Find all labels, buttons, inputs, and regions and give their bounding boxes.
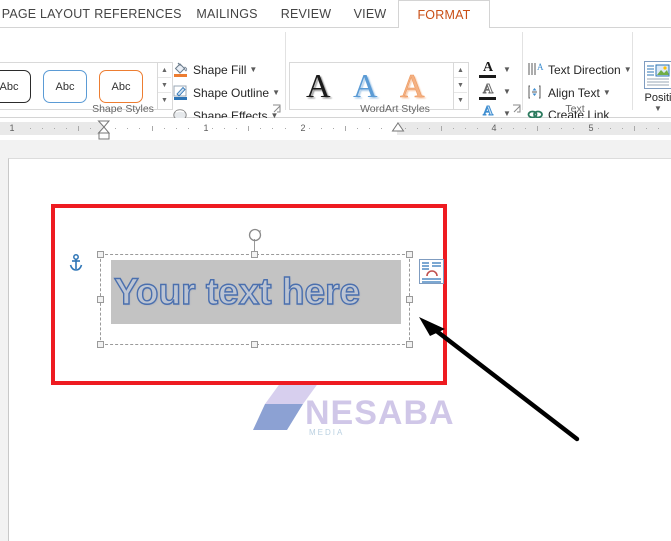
- position-button[interactable]: Positi ▼: [636, 59, 671, 121]
- tab-format-label: FORMAT: [417, 8, 471, 22]
- watermark-subtext: MEDIA: [309, 428, 345, 437]
- handle-top-center[interactable]: [251, 251, 258, 258]
- position-label: Positi: [644, 92, 671, 104]
- shape-outline-label: Shape Outline: [193, 86, 270, 100]
- hourglass-indent-marker[interactable]: [96, 119, 112, 141]
- wordart-style-thumbnail-3[interactable]: A: [400, 67, 425, 107]
- shape-styles-group-label: Shape Styles: [92, 103, 154, 115]
- tab-format[interactable]: FORMAT: [398, 0, 490, 28]
- ruler-number-1: 1: [9, 123, 15, 133]
- chevron-down-icon[interactable]: ▼: [503, 109, 511, 118]
- handle-bottom-right[interactable]: [406, 341, 413, 348]
- text-direction-label: Text Direction: [548, 63, 621, 77]
- wordart-style-thumbnail-1[interactable]: A: [306, 67, 331, 107]
- shape-style-thumbnail-1[interactable]: Abc: [0, 70, 31, 103]
- shape-style-thumbnail-2[interactable]: Abc: [43, 70, 87, 103]
- align-text-label: Align Text: [548, 86, 600, 100]
- nesaba-watermark: NESABA MEDIA: [247, 378, 477, 458]
- tab-review[interactable]: REVIEW: [270, 0, 342, 28]
- chevron-down-icon[interactable]: ▼: [272, 88, 280, 97]
- handle-bottom-center[interactable]: [251, 341, 258, 348]
- wordart-styles-dialog-launcher[interactable]: [512, 104, 522, 114]
- rotation-handle[interactable]: [247, 227, 263, 243]
- ribbon-tab-bar: PAGE LAYOUT REFERENCES MAILINGS REVIEW V…: [0, 0, 671, 28]
- wordart-style-thumbnail-2[interactable]: A: [353, 67, 378, 107]
- scroll-up-icon[interactable]: ▲: [158, 63, 171, 78]
- object-anchor-icon: [69, 254, 83, 271]
- shape-fill-label: Shape Fill: [193, 63, 247, 77]
- handle-top-left[interactable]: [97, 251, 104, 258]
- ruler-number-2: 1: [203, 123, 209, 133]
- tab-references-label: REFERENCES: [94, 7, 182, 21]
- shape-styles-dialog-launcher[interactable]: [272, 104, 282, 114]
- scroll-down-icon[interactable]: ▼: [454, 78, 467, 93]
- text-group-label: Text: [565, 103, 585, 115]
- text-direction-button[interactable]: A Text Direction ▼: [527, 59, 632, 80]
- ruler-number-3: 2: [300, 123, 306, 133]
- text-fill-color-bar: [479, 75, 496, 78]
- position-picture-icon: [644, 61, 671, 89]
- horizontal-ruler[interactable]: 1 1 2 4 5: [0, 118, 671, 140]
- tab-mailings[interactable]: MAILINGS: [184, 0, 270, 28]
- tab-page-layout-label: PAGE LAYOUT: [1, 7, 91, 21]
- tab-view-label: VIEW: [353, 7, 387, 21]
- tab-review-label: REVIEW: [280, 7, 332, 21]
- tab-view[interactable]: VIEW: [342, 0, 398, 28]
- shape-style-2-label: Abc: [55, 81, 75, 93]
- text-fill-button[interactable]: A ▼: [476, 60, 520, 82]
- right-indent-marker[interactable]: [390, 119, 406, 135]
- pencil-outline-icon: [172, 84, 189, 101]
- handle-middle-left[interactable]: [97, 296, 104, 303]
- shape-style-3-label: Abc: [111, 81, 131, 93]
- wordart-styles-group-label: WordArt Styles: [360, 103, 430, 115]
- hexagon-logo: [253, 382, 319, 435]
- textbox-selection-frame[interactable]: [100, 254, 410, 345]
- align-text-button[interactable]: Align Text ▼: [527, 82, 611, 103]
- ruler-text-area: [103, 122, 397, 135]
- chevron-down-icon[interactable]: ▼: [636, 104, 671, 113]
- scroll-up-icon[interactable]: ▲: [454, 63, 467, 78]
- document-canvas: NESABA MEDIA Your text here: [0, 140, 671, 541]
- handle-bottom-left[interactable]: [97, 341, 104, 348]
- ruler-number-4: 4: [491, 123, 497, 133]
- handle-top-right[interactable]: [406, 251, 413, 258]
- chevron-down-icon[interactable]: ▼: [503, 87, 511, 96]
- group-divider-2: [522, 32, 523, 110]
- word-window: PAGE LAYOUT REFERENCES MAILINGS REVIEW V…: [0, 0, 671, 541]
- shape-style-thumbnail-3[interactable]: Abc: [99, 70, 143, 103]
- chevron-down-icon[interactable]: ▼: [249, 65, 257, 74]
- scroll-down-icon[interactable]: ▼: [158, 78, 171, 93]
- chevron-down-icon[interactable]: ▼: [603, 88, 611, 97]
- document-page[interactable]: NESABA MEDIA Your text here: [8, 158, 671, 541]
- tab-references[interactable]: REFERENCES: [92, 0, 184, 28]
- tab-mailings-label: MAILINGS: [196, 7, 258, 21]
- shape-style-1-label: Abc: [0, 81, 19, 93]
- tab-page-layout[interactable]: PAGE LAYOUT: [0, 0, 92, 28]
- layout-options-button[interactable]: [419, 259, 444, 284]
- ribbon: Abc Abc Abc ▲ ▼ ▼ Shape Fill ▼ Shape Out…: [0, 28, 671, 123]
- chevron-down-icon[interactable]: ▼: [503, 65, 511, 74]
- align-text-icon: [527, 84, 544, 101]
- group-divider-1: [285, 32, 286, 110]
- shape-fill-button[interactable]: Shape Fill ▼: [172, 59, 257, 80]
- ruler-number-5: 5: [588, 123, 594, 133]
- text-direction-icon: A: [527, 61, 544, 78]
- chevron-down-icon[interactable]: ▼: [624, 65, 632, 74]
- shape-outline-button[interactable]: Shape Outline ▼: [172, 82, 280, 103]
- paint-bucket-icon: [172, 61, 189, 78]
- svg-text:A: A: [537, 62, 544, 72]
- text-outline-button[interactable]: A ▼: [476, 82, 520, 104]
- group-divider-3: [632, 32, 633, 110]
- handle-middle-right[interactable]: [406, 296, 413, 303]
- watermark-text: NESABA: [305, 394, 455, 432]
- text-outline-color-bar: [479, 97, 496, 100]
